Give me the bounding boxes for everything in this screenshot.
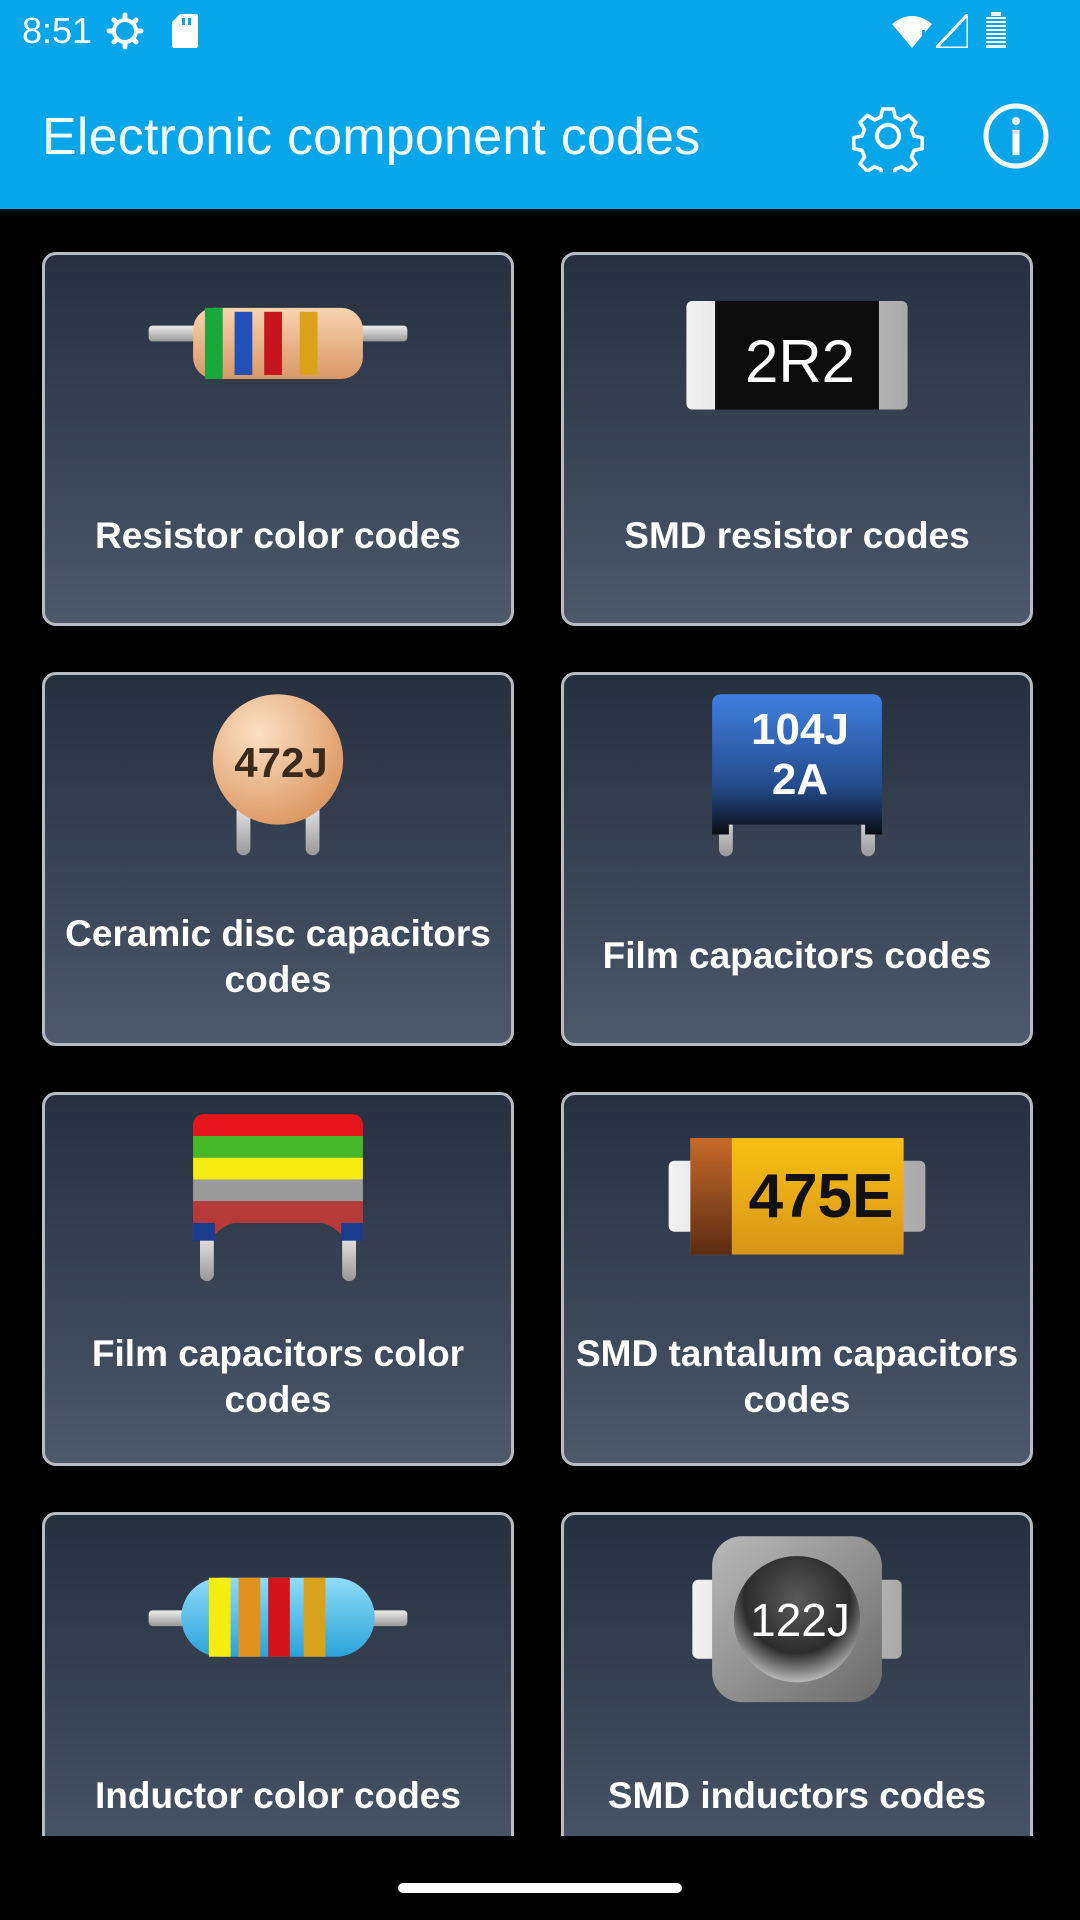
card-label: Film capacitors color codes (91, 1333, 465, 1420)
settings-notification-icon (106, 12, 144, 50)
resistor-icon (148, 307, 408, 379)
ceramic-capacitor-chip-text: 472J (234, 739, 328, 786)
card-film-capacitors-color-codes[interactable]: Film capacitors color codes (42, 1092, 514, 1466)
film-capacitor-color-icon (193, 1114, 363, 1282)
battery-icon (986, 12, 1006, 48)
card-smd-resistor-codes[interactable]: 2R2 SMD resistor codes (561, 252, 1033, 626)
tantalum-capacitor-chip-text: 475E (748, 1162, 894, 1231)
smd-inductor-chip-text: 122J (750, 1594, 850, 1646)
card-ceramic-disc-capacitors[interactable]: 472J Ceramic disc capacitors codes (42, 672, 514, 1046)
app-bar: Electronic component codes (0, 62, 1080, 209)
card-label: Resistor color codes (94, 515, 461, 556)
card-label: SMD inductors codes (607, 1775, 987, 1816)
status-time: 8:51 (22, 10, 93, 51)
component-grid: Resistor color codes 2R2 SMD resistor co… (0, 209, 1080, 1836)
card-resistor-color-codes[interactable]: Resistor color codes (42, 252, 514, 626)
sd-card-icon (172, 14, 198, 48)
card-label: Inductor color codes (95, 1775, 461, 1816)
card-label: Film capacitors codes (602, 935, 992, 976)
card-inductor-color-codes[interactable]: Inductor color codes (42, 1512, 514, 1836)
card-film-capacitors-codes[interactable]: 104J 2A Film capacitors codes (561, 672, 1033, 1046)
gear-icon (851, 107, 925, 180)
wifi-icon (892, 16, 932, 48)
signal-icon (936, 14, 968, 48)
card-label: SMD tantalum capacitors codes (575, 1333, 1019, 1420)
status-bar: 8:51 (0, 0, 1080, 62)
info-icon (983, 103, 1049, 169)
inductor-icon (148, 1577, 408, 1657)
film-capacitor-chip-line2: 2A (771, 755, 829, 804)
home-indicator[interactable] (398, 1883, 682, 1893)
info-button[interactable] (980, 100, 1052, 172)
app-title: Electronic component codes (42, 108, 701, 166)
ceramic-capacitor-icon (212, 694, 344, 856)
card-label: Ceramic disc capacitors codes (65, 913, 491, 1000)
card-smd-tantalum-capacitors[interactable]: 475E SMD tantalum capacitors codes (561, 1092, 1033, 1466)
card-label: SMD resistor codes (624, 515, 970, 556)
settings-button[interactable] (851, 100, 925, 180)
smd-resistor-chip-text: 2R2 (744, 328, 856, 395)
card-smd-inductors-codes[interactable]: 122J SMD inductors codes (561, 1512, 1033, 1836)
film-capacitor-chip-line1: 104J (751, 705, 849, 754)
